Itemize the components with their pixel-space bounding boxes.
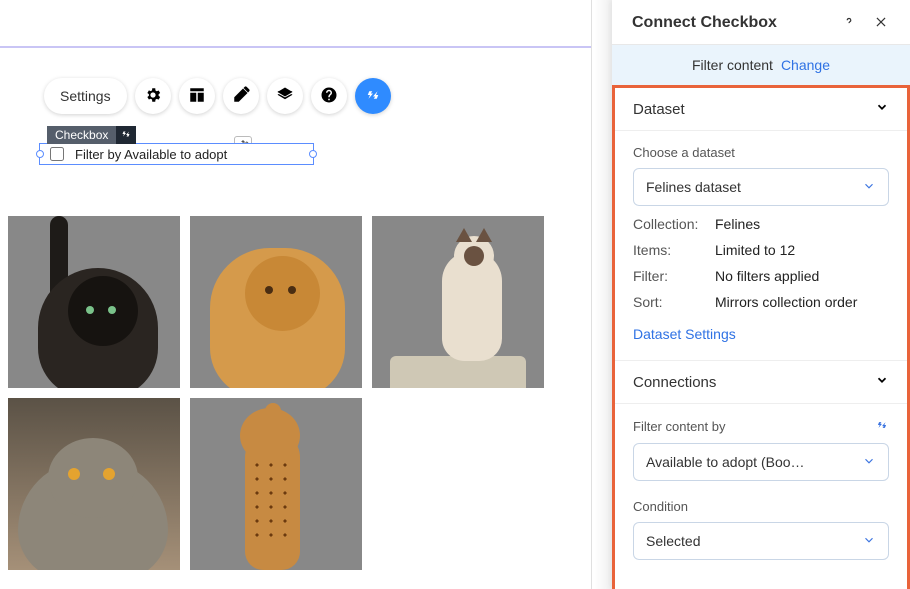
items-key: Items:: [633, 242, 715, 258]
banner-text: Filter content: [692, 57, 773, 73]
sort-value: Mirrors collection order: [715, 294, 857, 310]
gallery-item[interactable]: [8, 398, 180, 570]
binding-icon: [875, 418, 889, 435]
collection-value: Felines: [715, 216, 760, 232]
dataset-select[interactable]: Felines dataset: [633, 168, 889, 206]
filter-checkbox[interactable]: [50, 147, 64, 161]
layout-icon: [188, 86, 206, 107]
filter-by-label: Filter content by: [633, 418, 889, 435]
settings-label: Settings: [60, 88, 111, 104]
dataset-select-value: Felines dataset: [646, 179, 741, 195]
filter-checkbox-label: Filter by Available to adopt: [75, 147, 227, 162]
dataset-items-row: Items: Limited to 12: [633, 242, 889, 258]
connect-panel: Connect Checkbox Filter content Change D…: [612, 0, 910, 589]
dataset-section-header[interactable]: Dataset: [615, 88, 907, 131]
condition-select[interactable]: Selected: [633, 522, 889, 560]
dataset-settings-link[interactable]: Dataset Settings: [633, 326, 889, 342]
condition-label: Condition: [633, 499, 889, 514]
filter-value: No filters applied: [715, 268, 819, 284]
chevron-down-icon: [862, 179, 876, 196]
panel-header: Connect Checkbox: [612, 0, 910, 44]
sort-key: Sort:: [633, 294, 715, 310]
help-icon: [842, 15, 856, 32]
element-type-label: Checkbox: [47, 126, 116, 144]
gallery-item[interactable]: [190, 398, 362, 570]
banner-change-link[interactable]: Change: [781, 57, 830, 73]
checkbox-element-selection[interactable]: Filter by Available to adopt: [39, 143, 314, 165]
gallery-item[interactable]: [372, 216, 544, 388]
element-binding-badge[interactable]: [116, 126, 136, 144]
close-icon: [874, 15, 888, 32]
gallery-item[interactable]: [190, 216, 362, 388]
chevron-down-icon: [875, 100, 889, 118]
connections-section-header[interactable]: Connections: [615, 361, 907, 404]
element-toolbar: Settings: [44, 78, 391, 114]
items-value: Limited to 12: [715, 242, 795, 258]
gear-button[interactable]: [135, 78, 171, 114]
binding-icon: [120, 127, 132, 143]
help-button[interactable]: [311, 78, 347, 114]
resize-handle-right[interactable]: [309, 150, 317, 158]
connect-icon: [364, 86, 382, 107]
filter-by-label-text: Filter content by: [633, 419, 726, 434]
checkbox-element[interactable]: Filter by Available to adopt: [39, 143, 314, 165]
layers-button[interactable]: [267, 78, 303, 114]
dataset-filter-row: Filter: No filters applied: [633, 268, 889, 284]
chevron-down-icon: [862, 533, 876, 550]
settings-button[interactable]: Settings: [44, 78, 127, 114]
panel-close-button[interactable]: [872, 14, 890, 32]
chevron-down-icon: [862, 454, 876, 471]
dataset-collection-row: Collection: Felines: [633, 216, 889, 232]
resize-handle-left[interactable]: [36, 150, 44, 158]
collection-key: Collection:: [633, 216, 715, 232]
panel-help-button[interactable]: [840, 14, 858, 32]
connections-section-title: Connections: [633, 374, 716, 391]
element-tag: Checkbox: [47, 126, 136, 144]
dataset-section-body: Choose a dataset Felines dataset Collect…: [615, 131, 907, 361]
layers-icon: [276, 86, 294, 107]
connect-data-button[interactable]: [355, 78, 391, 114]
panel-shadow: [594, 0, 612, 589]
filter-key: Filter:: [633, 268, 715, 284]
chevron-down-icon: [875, 373, 889, 391]
dataset-sort-row: Sort: Mirrors collection order: [633, 294, 889, 310]
canvas-top-bar: [0, 0, 591, 48]
editor-canvas: Settings: [0, 0, 592, 589]
connections-section-body: Filter content by Available to adopt (Bo…: [615, 404, 907, 578]
layout-button[interactable]: [179, 78, 215, 114]
gear-icon: [144, 86, 162, 107]
help-icon: [320, 86, 338, 107]
image-gallery: [8, 216, 544, 570]
filter-by-select[interactable]: Available to adopt (Boo…: [633, 443, 889, 481]
mode-banner: Filter content Change: [612, 44, 910, 85]
choose-dataset-label: Choose a dataset: [633, 145, 889, 160]
filter-by-value: Available to adopt (Boo…: [646, 454, 805, 470]
design-button[interactable]: [223, 78, 259, 114]
condition-value: Selected: [646, 533, 700, 549]
dataset-section-title: Dataset: [633, 101, 685, 118]
highlighted-sections: Dataset Choose a dataset Felines dataset…: [612, 85, 910, 589]
panel-title: Connect Checkbox: [632, 14, 826, 32]
brush-icon: [232, 86, 250, 107]
gallery-item[interactable]: [8, 216, 180, 388]
